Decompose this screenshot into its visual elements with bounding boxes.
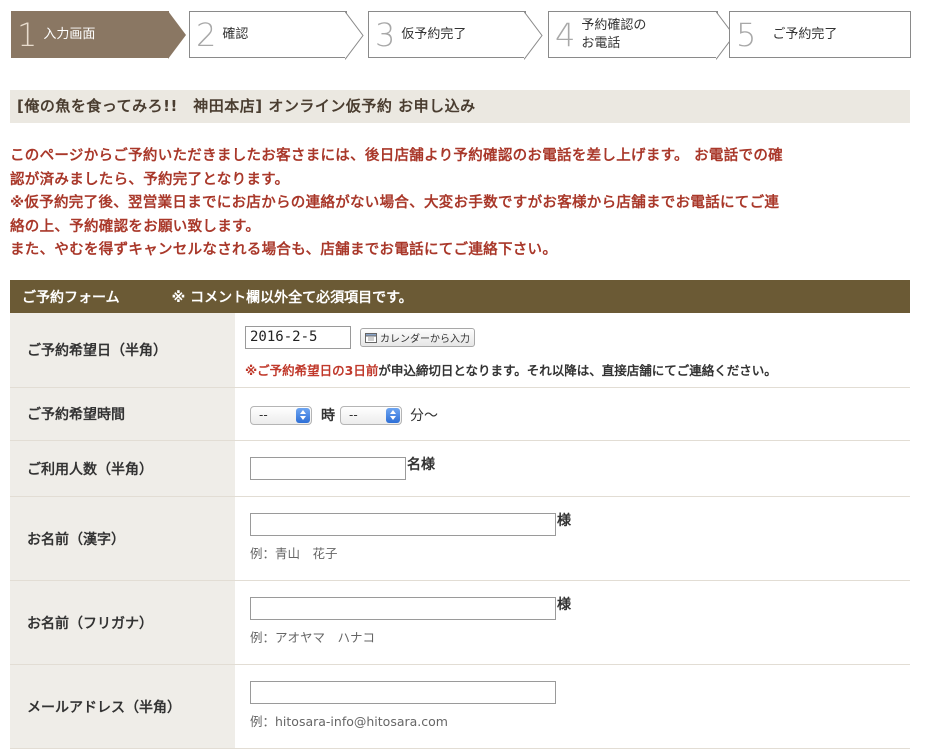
step-1-input: 1 入力画面: [11, 11, 186, 59]
deadline-note: ※ご予約希望日の3日前が申込締切日となります。それ以降は、直接店舗にてご連絡くだ…: [245, 360, 777, 379]
form-title: ご予約フォーム: [22, 289, 120, 306]
progress-steps: 1 入力画面 2 確認 3 仮予約完了 4 予約確認の お電話 5 ご予約完了: [11, 11, 911, 60]
row-people: ご利用人数（半角） 名様: [10, 441, 910, 497]
step-4-confirmation-call: 4 予約確認の お電話: [548, 11, 735, 60]
step-number: 5: [736, 15, 757, 54]
required-note: ※ コメント欄以外全て必須項目です。: [171, 289, 413, 306]
people-input[interactable]: [250, 457, 406, 480]
calendar-icon: [365, 333, 377, 343]
name-kana-example: 例：アオヤマ ハナコ: [250, 630, 376, 645]
minute-select[interactable]: --: [340, 405, 402, 425]
step-number: 3: [375, 15, 396, 54]
email-input[interactable]: [250, 681, 556, 704]
hour-select[interactable]: --: [250, 405, 312, 425]
minute-select-value: --: [349, 408, 358, 422]
reservation-notice: このページからご予約いただきましたお客さまには、後日店舗より予約確認のお電話を差…: [10, 145, 915, 263]
step-label-line: お電話: [581, 35, 621, 51]
name-kana-suffix: 様: [557, 597, 571, 613]
minute-suffix: 分〜: [410, 408, 438, 424]
calendar-button-label: カレンダーから入力: [380, 334, 470, 345]
row-time: ご予約希望時間 -- 時 -- 分〜: [10, 388, 910, 441]
row-date: ご予約希望日（半角） 2016-2-5 カレンダーから入力 ※ご予約希望日の3日…: [10, 313, 910, 388]
page-title: [俺の魚を食ってみろ!! 神田本店] オンライン仮予約 お申し込み: [10, 90, 910, 123]
step-2-confirm: 2 確認: [189, 11, 364, 60]
name-kanji-example: 例：青山 花子: [250, 546, 338, 561]
deadline-highlight: ※ご予約希望日の3日前: [245, 363, 379, 378]
step-arrow-icon: [345, 11, 364, 60]
people-label: ご利用人数（半角）: [10, 441, 235, 496]
step-number: 4: [555, 15, 576, 54]
people-cell: 名様: [235, 441, 910, 496]
calendar-button[interactable]: カレンダーから入力: [360, 328, 475, 347]
hour-select-value: --: [259, 408, 268, 422]
name-kana-input[interactable]: [250, 597, 556, 620]
hour-suffix: 時: [321, 408, 335, 424]
step-label: 確認: [222, 26, 249, 42]
date-label: ご予約希望日（半角）: [10, 313, 235, 387]
step-label: 入力画面: [43, 26, 96, 42]
row-email: メールアドレス（半角） 例：hitosara-info@hitosara.com: [10, 665, 910, 749]
step-label: ご予約完了: [772, 26, 838, 42]
name-kanji-cell: 様 例：青山 花子: [235, 497, 910, 580]
row-name-kanji: お名前（漢字） 様 例：青山 花子: [10, 497, 910, 581]
name-kana-cell: 様 例：アオヤマ ハナコ: [235, 581, 910, 664]
email-example: 例：hitosara-info@hitosara.com: [250, 714, 448, 729]
step-5-reservation-complete: 5 ご予約完了: [729, 11, 911, 58]
name-kana-label: お名前（フリガナ）: [10, 581, 235, 664]
step-number: 1: [17, 15, 38, 54]
notice-line: 認が済みましたら、予約完了となります。: [10, 171, 290, 188]
email-cell: 例：hitosara-info@hitosara.com: [235, 665, 910, 748]
form-header: ご予約フォーム ※ コメント欄以外全て必須項目です。: [10, 280, 910, 313]
reservation-form: ご予約希望日（半角） 2016-2-5 カレンダーから入力 ※ご予約希望日の3日…: [10, 313, 910, 749]
email-label: メールアドレス（半角）: [10, 665, 235, 748]
date-input[interactable]: 2016-2-5: [245, 326, 351, 349]
step-3-provisional-complete: 3 仮予約完了: [368, 11, 543, 60]
name-kanji-suffix: 様: [557, 513, 571, 529]
step-number: 2: [196, 15, 217, 54]
step-arrow-icon: [168, 11, 186, 59]
step-label-line: 予約確認の: [581, 17, 647, 33]
step-label: 予約確認の お電話: [581, 17, 646, 53]
notice-line: このページからご予約いただきましたお客さまには、後日店舗より予約確認のお電話を差…: [10, 148, 783, 164]
select-arrows-icon: [296, 407, 310, 423]
notice-line: ※仮予約完了後、翌営業日までにお店からの連絡がない場合、大変お手数ですがお客様か…: [10, 195, 780, 212]
deadline-text: が申込締切日となります。それ以降は、直接店舗にてご連絡ください。: [378, 363, 777, 378]
name-kanji-input[interactable]: [250, 513, 556, 536]
row-name-kana: お名前（フリガナ） 様 例：アオヤマ ハナコ: [10, 581, 910, 665]
time-cell: -- 時 -- 分〜: [235, 388, 910, 440]
step-arrow-icon: [524, 11, 543, 60]
step-label: 仮予約完了: [401, 26, 467, 42]
date-cell: 2016-2-5 カレンダーから入力 ※ご予約希望日の3日前が申込締切日となりま…: [235, 313, 910, 387]
time-label: ご予約希望時間: [10, 388, 235, 440]
notice-line: 絡の上、予約確認をお願い致します。: [10, 218, 261, 235]
select-arrows-icon: [386, 407, 400, 423]
people-suffix: 名様: [407, 457, 435, 473]
notice-line: また、やむを得ずキャンセルなされる場合も、店舗までお電話にてご連絡下さい。: [10, 242, 558, 259]
name-kanji-label: お名前（漢字）: [10, 497, 235, 580]
